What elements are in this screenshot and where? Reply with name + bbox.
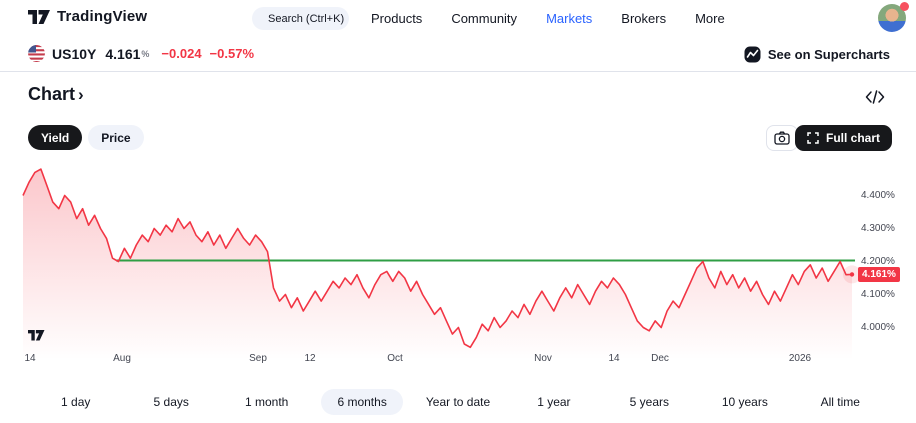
x-axis-tick: Aug (113, 353, 131, 364)
y-axis-tick: 4.100% (861, 288, 895, 300)
embed-code-button[interactable] (864, 88, 886, 106)
code-icon (865, 90, 885, 104)
price-change-percent: −0.57% (209, 46, 254, 61)
search-input[interactable]: Search (Ctrl+K) (252, 7, 349, 30)
search-placeholder: Search (Ctrl+K) (268, 12, 345, 25)
tradingview-logo[interactable]: TradingView (28, 8, 147, 25)
range-selector: 1 day 5 days 1 month 6 months Year to da… (28, 388, 888, 416)
x-axis-tick: 12 (304, 353, 316, 364)
y-axis-tick: 4.200% (861, 255, 895, 267)
tradingview-page: TradingView Search (Ctrl+K) Products Com… (0, 0, 916, 423)
yield-area-chart[interactable] (0, 158, 916, 362)
x-axis-tick: Sep (249, 353, 267, 364)
nav-item-brokers[interactable]: Brokers (621, 11, 666, 26)
nav-item-more[interactable]: More (695, 11, 725, 26)
full-chart-label: Full chart (825, 131, 880, 145)
fullscreen-icon (807, 132, 819, 144)
y-axis-tick: 4.300% (861, 222, 895, 234)
x-axis-tick: Nov (534, 353, 552, 364)
symbol-ticker[interactable]: US10Y (52, 46, 96, 62)
price-toggle-button[interactable]: Price (88, 125, 144, 150)
range-year-to-date[interactable]: Year to date (410, 389, 506, 415)
page-title: Chart (28, 84, 76, 104)
nav-item-community[interactable]: Community (451, 11, 517, 26)
notification-dot (900, 2, 909, 11)
range-5-days[interactable]: 5 days (138, 389, 205, 415)
range-1-year[interactable]: 1 year (521, 389, 586, 415)
x-axis-tick: Dec (651, 353, 669, 364)
us-flag-icon (28, 45, 45, 62)
camera-icon (774, 131, 790, 145)
range-1-day[interactable]: 1 day (45, 389, 106, 415)
last-value-badge: 4.161% (858, 267, 900, 283)
see-on-supercharts-link[interactable]: See on Supercharts (744, 36, 890, 72)
user-menu-button[interactable] (878, 2, 909, 34)
brand-name: TradingView (57, 8, 148, 25)
nav-links: Products Community Markets Brokers More (371, 0, 725, 36)
y-axis-tick: 4.400% (861, 189, 895, 201)
x-axis-tick: 14 (608, 353, 620, 364)
tradingview-logo-icon (28, 9, 50, 24)
supercharts-label: See on Supercharts (767, 46, 890, 62)
range-10-years[interactable]: 10 years (706, 389, 784, 415)
y-axis-tick: 4.000% (861, 321, 895, 333)
top-navbar: TradingView Search (Ctrl+K) Products Com… (0, 0, 916, 36)
nav-item-products[interactable]: Products (371, 11, 422, 26)
x-axis-tick: Oct (387, 353, 403, 364)
full-chart-button[interactable]: Full chart (794, 125, 892, 151)
nav-item-markets[interactable]: Markets (546, 11, 592, 26)
last-price: 4.161 (105, 45, 141, 62)
range-5-years[interactable]: 5 years (614, 389, 685, 415)
range-1-month[interactable]: 1 month (229, 389, 304, 415)
chart-section-link[interactable]: Chart › (28, 84, 84, 105)
series-toggle: Yield Price (28, 125, 144, 150)
symbol-bar: US10Y 4.161 % −0.024 −0.57% See on Super… (0, 36, 916, 72)
x-axis-tick: 2026 (788, 353, 812, 364)
range-all-time[interactable]: All time (805, 389, 876, 415)
supercharts-icon (744, 46, 761, 62)
price-unit: % (141, 48, 150, 59)
area-fill (23, 169, 852, 360)
x-axis-tick: 14 (24, 353, 36, 364)
price-change: −0.024 (161, 46, 202, 61)
last-point-marker (849, 272, 855, 277)
snapshot-button[interactable] (766, 125, 798, 151)
chevron-right-icon: › (78, 85, 84, 104)
yield-toggle-button[interactable]: Yield (28, 125, 83, 150)
range-6-months[interactable]: 6 months (321, 389, 403, 415)
